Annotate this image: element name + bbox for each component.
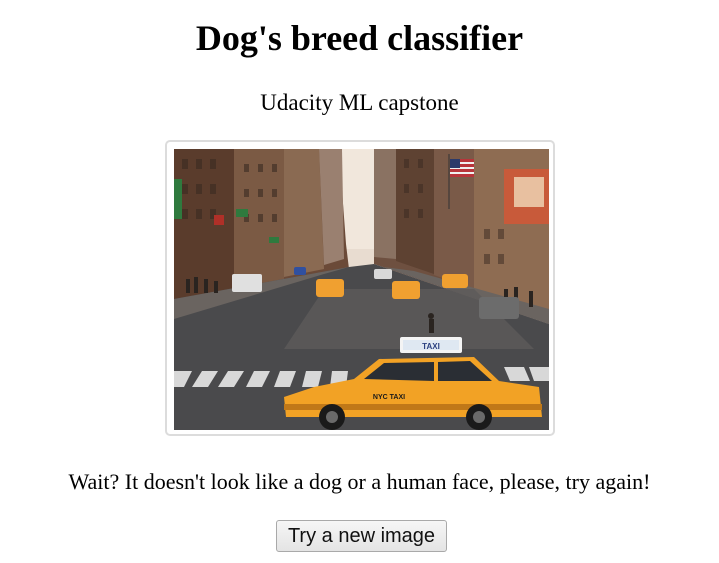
page-subtitle: Udacity ML capstone (260, 90, 459, 115)
uploaded-image-frame: TAXI NYC TAXI (165, 140, 555, 436)
page-title: Dog's breed classifier (195, 18, 524, 58)
uploaded-image: TAXI NYC TAXI (174, 149, 549, 430)
result-message: Wait? It doesn't look like a dog or a hu… (68, 469, 651, 494)
try-new-image-button[interactable]: Try a new image (276, 520, 447, 552)
taxi-roof-sign: TAXI (422, 342, 440, 351)
taxi-door-label: NYC TAXI (373, 394, 405, 401)
